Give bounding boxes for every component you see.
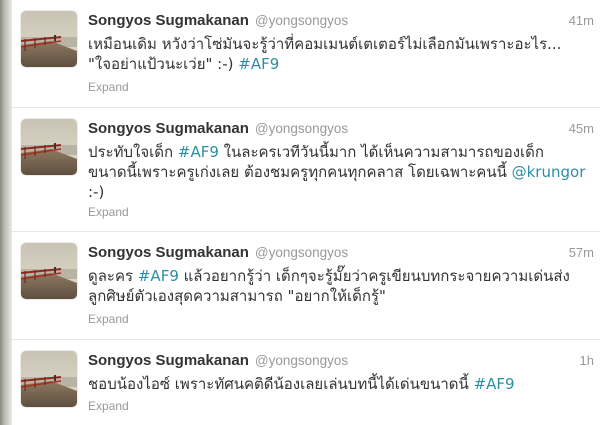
username[interactable]: @yongsongyos xyxy=(255,121,348,136)
text-segment: เหมือนเดิม หวังว่าโซ่มันจะรู้ว่าที่คอมเม… xyxy=(88,35,562,53)
avatar[interactable] xyxy=(21,243,77,299)
tweet-text-line: ขนาดนี้เพราะครูเก่งเลย ต้องชมครูทุกคนทุก… xyxy=(88,162,590,182)
tweet-text-line: ชอบน้องไอซ์ เพราะทัศนคติดีน้องเลยเล่นบทน… xyxy=(88,374,590,394)
expand-link[interactable]: Expand xyxy=(88,399,129,413)
text-segment: :-) xyxy=(88,183,105,201)
tweet-timeline: Songyos Sugmakanan @yongsongyos 41m เหมือนเ… xyxy=(12,0,600,425)
text-segment: ดูละคร xyxy=(88,267,138,285)
timestamp[interactable]: 57m xyxy=(569,245,594,260)
text-segment: ในละครเวทีวันนี้มาก ได้เห็นความสามารถของ… xyxy=(218,143,545,161)
avatar[interactable] xyxy=(21,11,77,67)
username[interactable]: @yongsongyos xyxy=(255,245,348,260)
tweet[interactable]: Songyos Sugmakanan @yongsongyos 1h ชอบน้องไ… xyxy=(12,340,600,425)
tweet-text-line: "ใจอย่าแป้วนะเว่ย" :-) #AF9 xyxy=(88,54,590,74)
tweet[interactable]: Songyos Sugmakanan @yongsongyos 57m ดูละคร … xyxy=(12,232,600,340)
username[interactable]: @yongsongyos xyxy=(255,353,348,368)
hashtag-link[interactable]: #AF9 xyxy=(138,267,179,285)
fullname[interactable]: Songyos Sugmakanan xyxy=(88,12,249,29)
tweet-text: ชอบน้องไอซ์ เพราะทัศนคติดีน้องเลยเล่นบทน… xyxy=(88,374,590,394)
tweet-text-line: ลูกศิษย์ตัวเองสุดความสามารถ "อยากให้เด็ก… xyxy=(88,286,590,306)
tweet-text: ประทับใจเด็ก #AF9 ในละครเวทีวันนี้มาก ได… xyxy=(88,142,590,202)
timestamp[interactable]: 1h xyxy=(580,353,594,368)
tweet-text-line: เหมือนเดิม หวังว่าโซ่มันจะรู้ว่าที่คอมเม… xyxy=(88,34,590,54)
text-segment: แล้วอยากรู้ว่า เด็กๆจะรู้มั๊ยว่าครูเขียน… xyxy=(178,267,570,285)
tweet[interactable]: Songyos Sugmakanan @yongsongyos 41m เหมือนเ… xyxy=(12,0,600,108)
tweet-text: เหมือนเดิม หวังว่าโซ่มันจะรู้ว่าที่คอมเม… xyxy=(88,34,590,74)
tweet-text-line: :-) xyxy=(88,182,590,202)
avatar[interactable] xyxy=(21,119,77,175)
tweet-header: Songyos Sugmakanan @yongsongyos 45m xyxy=(88,120,594,138)
expand-link[interactable]: Expand xyxy=(88,80,129,94)
fullname[interactable]: Songyos Sugmakanan xyxy=(88,120,249,137)
text-segment: ลูกศิษย์ตัวเองสุดความสามารถ "อยากให้เด็ก… xyxy=(88,287,386,305)
text-segment: ขนาดนี้เพราะครูเก่งเลย ต้องชมครูทุกคนทุก… xyxy=(88,163,512,181)
avatar[interactable] xyxy=(21,351,77,407)
tweet-header: Songyos Sugmakanan @yongsongyos 57m xyxy=(88,244,594,262)
timestamp[interactable]: 41m xyxy=(569,13,594,28)
tweet-header: Songyos Sugmakanan @yongsongyos 1h xyxy=(88,352,594,370)
hashtag-link[interactable]: #AF9 xyxy=(178,143,219,161)
text-segment: "ใจอย่าแป้วนะเว่ย" :-) xyxy=(88,55,239,73)
tweet-text-line: ดูละคร #AF9 แล้วอยากรู้ว่า เด็กๆจะรู้มั๊… xyxy=(88,266,590,286)
tweet[interactable]: Songyos Sugmakanan @yongsongyos 45m ประทับใ… xyxy=(12,108,600,232)
left-edge-shadow xyxy=(0,0,12,425)
expand-link[interactable]: Expand xyxy=(88,205,129,219)
hashtag-link[interactable]: #AF9 xyxy=(474,375,515,393)
fullname[interactable]: Songyos Sugmakanan xyxy=(88,352,249,369)
timestamp[interactable]: 45m xyxy=(569,121,594,136)
tweet-header: Songyos Sugmakanan @yongsongyos 41m xyxy=(88,12,594,30)
hashtag-link[interactable]: #AF9 xyxy=(238,55,279,73)
text-segment: ประทับใจเด็ก xyxy=(88,143,178,161)
username[interactable]: @yongsongyos xyxy=(255,13,348,28)
expand-link[interactable]: Expand xyxy=(88,312,129,326)
fullname[interactable]: Songyos Sugmakanan xyxy=(88,244,249,261)
text-segment: ชอบน้องไอซ์ เพราะทัศนคติดีน้องเลยเล่นบทน… xyxy=(88,375,474,393)
mention-link[interactable]: @krungor xyxy=(512,163,586,181)
tweet-text-line: ประทับใจเด็ก #AF9 ในละครเวทีวันนี้มาก ได… xyxy=(88,142,590,162)
tweet-text: ดูละคร #AF9 แล้วอยากรู้ว่า เด็กๆจะรู้มั๊… xyxy=(88,266,590,306)
